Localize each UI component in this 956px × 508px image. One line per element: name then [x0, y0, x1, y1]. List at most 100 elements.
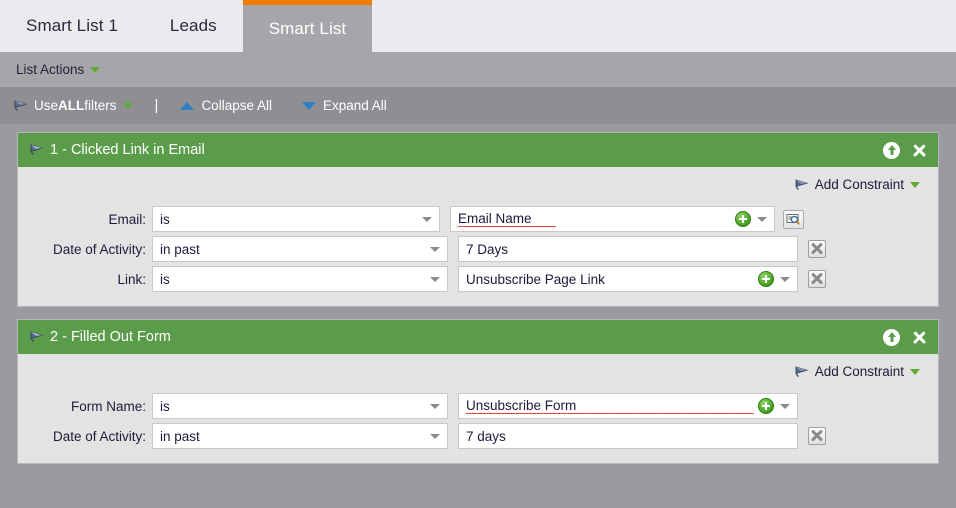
- filter-row-label: Form Name:: [70, 398, 146, 414]
- value-field[interactable]: Email Name: [450, 206, 775, 232]
- use-all-prefix: Use: [34, 98, 59, 113]
- chevron-down-icon: [430, 246, 440, 252]
- filter-block-actions: [883, 328, 928, 346]
- operator-select[interactable]: is: [152, 266, 448, 292]
- chevron-down-icon: [422, 216, 432, 222]
- filter-row-label: Date of Activity:: [52, 428, 146, 444]
- filter-row-label: Link:: [117, 271, 146, 287]
- add-constraint-label: Add Constraint: [814, 177, 904, 192]
- list-actions-label: List Actions: [16, 62, 85, 77]
- operator-select[interactable]: in past: [152, 236, 448, 262]
- use-all-filters-button[interactable]: Use ALL filters: [14, 98, 133, 113]
- add-value-icon[interactable]: [758, 271, 774, 287]
- delete-row-button[interactable]: [808, 240, 826, 258]
- tab-leads[interactable]: Leads: [144, 0, 243, 52]
- operator-select[interactable]: is: [152, 393, 448, 419]
- value-text: Email Name: [458, 211, 731, 227]
- delete-row-button[interactable]: [808, 427, 826, 445]
- filter-block-header: 2 - Filled Out Form: [18, 320, 938, 354]
- tab-bar: Smart List 1 Leads Smart List: [0, 0, 956, 52]
- chevron-down-icon: [757, 216, 767, 222]
- operator-value: is: [160, 271, 170, 287]
- filter-block: 2 - Filled Out Form Add Constraint Form …: [17, 319, 939, 464]
- tab-label: Smart List 1: [26, 16, 118, 35]
- filter-toolbar: Use ALL filters | Collapse All Expand Al…: [0, 87, 956, 124]
- filter-block-header: 1 - Clicked Link in Email: [18, 133, 938, 167]
- add-value-icon[interactable]: [735, 211, 751, 227]
- filter-row: Email: is Email Name: [32, 206, 924, 232]
- value-field[interactable]: 7 days: [458, 423, 798, 449]
- operator-value: is: [160, 211, 170, 227]
- close-icon[interactable]: [911, 329, 928, 346]
- funnel-icon: [14, 99, 28, 113]
- value-field[interactable]: Unsubscribe Page Link: [458, 266, 798, 292]
- filter-row-label: Date of Activity:: [52, 241, 146, 257]
- filter-row: Date of Activity: in past 7 days: [32, 423, 924, 449]
- spellcheck-underline: [466, 413, 754, 414]
- expand-all-button[interactable]: Expand All: [301, 98, 387, 113]
- filter-block-actions: [883, 141, 928, 159]
- tab-smart-list[interactable]: Smart List: [242, 0, 373, 52]
- spellcheck-underline: [458, 226, 556, 227]
- filter-block-title: 2 - Filled Out Form: [50, 329, 171, 345]
- list-actions-menu[interactable]: List Actions: [16, 62, 101, 77]
- chevron-down-icon: [780, 403, 790, 409]
- filter-block: 1 - Clicked Link in Email Add Constraint…: [17, 132, 939, 307]
- funnel-icon: [30, 143, 44, 157]
- add-value-icon[interactable]: [758, 398, 774, 414]
- operator-value: in past: [160, 428, 200, 444]
- add-constraint-label: Add Constraint: [814, 364, 904, 379]
- value-label: Email Name: [458, 211, 532, 226]
- chevron-down-icon: [780, 276, 790, 282]
- filter-block-title-group: 1 - Clicked Link in Email: [30, 142, 883, 158]
- filter-block-body: Add Constraint Form Name: is Unsubscribe: [18, 354, 938, 463]
- add-constraint-button[interactable]: Add Constraint: [795, 364, 920, 379]
- collapse-all-button[interactable]: Collapse All: [180, 98, 272, 113]
- caret-down-icon: [90, 66, 101, 73]
- expand-all-label: Expand All: [322, 98, 387, 113]
- caret-down-icon: [910, 368, 920, 375]
- list-actions-bar: List Actions: [0, 52, 956, 87]
- move-up-icon[interactable]: [883, 141, 900, 159]
- toolbar-separator: |: [154, 97, 159, 114]
- filter-block-title: 1 - Clicked Link in Email: [50, 142, 205, 158]
- smart-list-canvas: 1 - Clicked Link in Email Add Constraint…: [0, 124, 956, 508]
- operator-value: in past: [160, 241, 200, 257]
- filter-row: Form Name: is Unsubscribe Form: [32, 393, 924, 419]
- chevron-down-icon: [430, 403, 440, 409]
- caret-down-icon: [122, 102, 133, 109]
- add-constraint-button[interactable]: Add Constraint: [795, 177, 920, 192]
- lookup-button[interactable]: [783, 209, 804, 229]
- use-all-suffix: filters: [84, 98, 117, 113]
- operator-select[interactable]: is: [152, 206, 440, 232]
- operator-select[interactable]: in past: [152, 423, 448, 449]
- filter-row-label: Email:: [108, 211, 146, 227]
- move-up-icon[interactable]: [883, 328, 900, 346]
- delete-row-button[interactable]: [808, 270, 826, 288]
- filter-rows: Form Name: is Unsubscribe Form Date of A…: [32, 393, 924, 449]
- caret-down-icon: [910, 181, 920, 188]
- value-field[interactable]: Unsubscribe Form: [458, 393, 798, 419]
- add-constraint-row: Add Constraint: [32, 177, 924, 192]
- filter-block-title-group: 2 - Filled Out Form: [30, 329, 883, 345]
- value-text: 7 days: [466, 429, 793, 444]
- funnel-icon: [795, 365, 809, 379]
- filter-row: Link: is Unsubscribe Page Link: [32, 266, 924, 292]
- value-text: 7 Days: [466, 242, 793, 257]
- value-label: 7 Days: [466, 241, 509, 257]
- funnel-icon: [795, 178, 809, 192]
- value-field[interactable]: 7 Days: [458, 236, 798, 262]
- close-icon[interactable]: [911, 142, 928, 159]
- value-label: 7 days: [466, 428, 506, 444]
- tab-label: Smart List: [268, 18, 347, 38]
- triangle-down-icon: [301, 101, 316, 110]
- filter-block-body: Add Constraint Email: is Email Name Date…: [18, 167, 938, 306]
- use-all-strong: ALL: [58, 98, 85, 113]
- chevron-down-icon: [430, 276, 440, 282]
- value-label: Unsubscribe Page Link: [466, 271, 605, 287]
- operator-value: is: [160, 398, 170, 414]
- tab-label: Leads: [169, 16, 217, 35]
- add-constraint-row: Add Constraint: [32, 364, 924, 379]
- filter-rows: Email: is Email Name Date of Activity: i…: [32, 206, 924, 292]
- tab-smart-list-1[interactable]: Smart List 1: [0, 0, 144, 52]
